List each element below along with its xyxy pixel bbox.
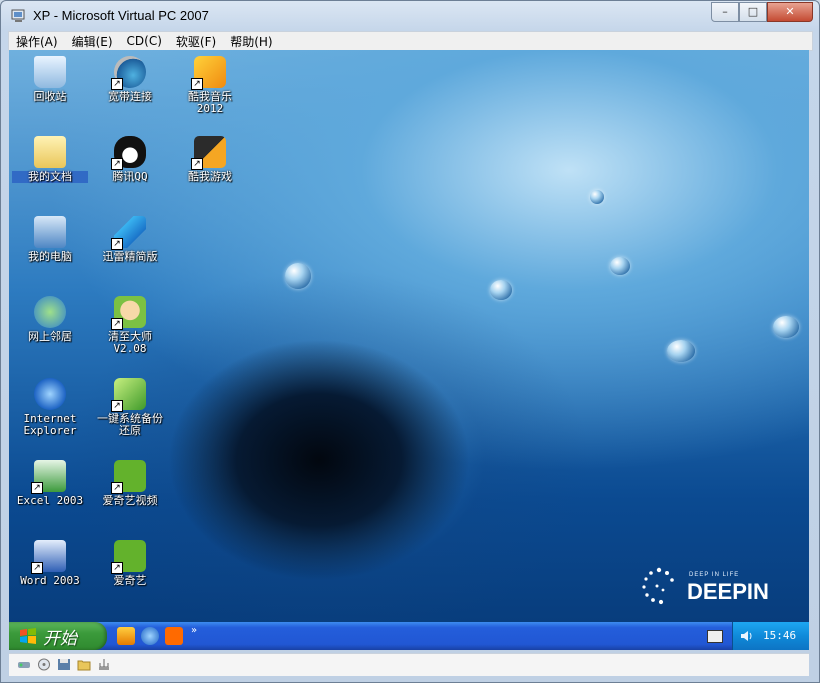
desktop-icon-excel[interactable]: ↗ Excel 2003 xyxy=(12,460,88,507)
quick-launch-ie-icon[interactable] xyxy=(141,627,159,645)
floppy-drive-icon[interactable] xyxy=(57,658,71,671)
water-drop xyxy=(285,263,311,289)
start-button[interactable]: 开始 xyxy=(9,622,107,650)
desktop-icon-qq[interactable]: ↗ 腾讯QQ xyxy=(92,136,168,183)
window-title: XP - Microsoft Virtual PC 2007 xyxy=(33,8,209,23)
broadband-connection-icon: ↗ xyxy=(111,56,146,90)
xunlei-bird-icon: ↗ xyxy=(111,216,146,250)
deepin-logo: DEEP IN LIFE DEEPIN xyxy=(637,566,777,606)
cleaner-master-icon: ↗ xyxy=(111,296,146,330)
desktop-icon-iqiyi[interactable]: ↗ 爱奇艺 xyxy=(92,540,168,587)
ie-icon xyxy=(34,378,66,410)
close-button[interactable]: ✕ xyxy=(767,2,813,22)
desktop-icon-kuwo-music[interactable]: ↗ 酷我音乐 2012 xyxy=(172,56,248,115)
water-drop xyxy=(610,257,630,275)
input-method-keyboard-icon[interactable] xyxy=(707,630,723,643)
desktop-icon-word[interactable]: ↗ Word 2003 xyxy=(12,540,88,587)
water-drop xyxy=(590,190,604,204)
menu-bar: 操作(A) 编辑(E) CD(C) 软驱(F) 帮助(H) xyxy=(8,31,813,51)
title-bar[interactable]: XP - Microsoft Virtual PC 2007 – □ ✕ xyxy=(1,1,819,31)
cd-drive-icon[interactable] xyxy=(37,658,51,671)
menu-floppy[interactable]: 软驱(F) xyxy=(169,33,223,50)
folder-icon xyxy=(34,136,66,168)
menu-edit[interactable]: 编辑(E) xyxy=(65,33,120,50)
desktop-icon-iqiyi-video[interactable]: ↗ 爱奇艺视频 xyxy=(92,460,168,507)
deepin-swirl-icon xyxy=(642,567,674,605)
desktop-icon-recycle-bin[interactable]: 回收站 xyxy=(12,56,88,103)
menu-help[interactable]: 帮助(H) xyxy=(223,33,279,50)
quick-launch xyxy=(117,627,183,645)
virtual-pc-app-icon xyxy=(11,9,25,22)
menu-action[interactable]: 操作(A) xyxy=(9,33,65,50)
iqiyi-video-icon: ↗ xyxy=(111,460,146,494)
water-drop xyxy=(667,340,695,362)
shared-folder-icon[interactable] xyxy=(77,658,91,671)
kuwo-games-icon: ↗ xyxy=(191,136,226,170)
desktop-icon-cleaner[interactable]: ↗ 清至大师 V2.08 xyxy=(92,296,168,355)
network-globe-icon xyxy=(34,296,66,328)
windows-flag-icon xyxy=(20,628,36,644)
usb-settings-icon[interactable] xyxy=(97,658,111,671)
qq-penguin-icon: ↗ xyxy=(111,136,146,170)
iqiyi-icon: ↗ xyxy=(111,540,146,574)
desktop-icon-my-documents[interactable]: 我的文档 xyxy=(12,136,88,183)
computer-icon xyxy=(34,216,66,248)
desktop-icon-backup[interactable]: ↗ 一键系统备份 还原 xyxy=(92,378,168,437)
guest-desktop[interactable]: 回收站 我的文档 我的电脑 网上邻居 Internet Explorer ↗ E… xyxy=(9,50,809,650)
network-adapter-icon[interactable] xyxy=(17,658,31,671)
excel-icon: ↗ xyxy=(31,460,66,494)
kuwo-music-icon: ↗ xyxy=(191,56,226,90)
water-drop xyxy=(773,316,799,338)
quick-launch-gift-icon[interactable] xyxy=(117,627,135,645)
desktop-icon-kuwo-games[interactable]: ↗ 酷我游戏 xyxy=(172,136,248,183)
desktop-icon-my-computer[interactable]: 我的电脑 xyxy=(12,216,88,263)
desktop-icon-network[interactable]: 网上邻居 xyxy=(12,296,88,343)
system-tray: 15:46 xyxy=(732,622,809,650)
taskbar: 开始 » 15:46 xyxy=(9,622,809,650)
desktop-icon-ie[interactable]: Internet Explorer xyxy=(12,378,88,437)
clock[interactable]: 15:46 xyxy=(763,629,796,642)
recycle-bin-icon xyxy=(34,56,66,88)
volume-icon[interactable] xyxy=(739,628,755,644)
maximize-button[interactable]: □ xyxy=(739,2,767,22)
minimize-button[interactable]: – xyxy=(711,2,739,22)
quick-launch-chevron[interactable]: » xyxy=(191,625,197,636)
vm-status-bar xyxy=(9,653,809,676)
menu-cd[interactable]: CD(C) xyxy=(120,34,169,48)
desktop-icon-broadband[interactable]: ↗ 宽带连接 xyxy=(92,56,168,103)
system-backup-icon: ↗ xyxy=(111,378,146,412)
quick-launch-taobao-icon[interactable] xyxy=(165,627,183,645)
desktop-icon-xunlei[interactable]: ↗ 迅雷精简版 xyxy=(92,216,168,263)
word-icon: ↗ xyxy=(31,540,66,574)
water-drop xyxy=(490,280,512,300)
